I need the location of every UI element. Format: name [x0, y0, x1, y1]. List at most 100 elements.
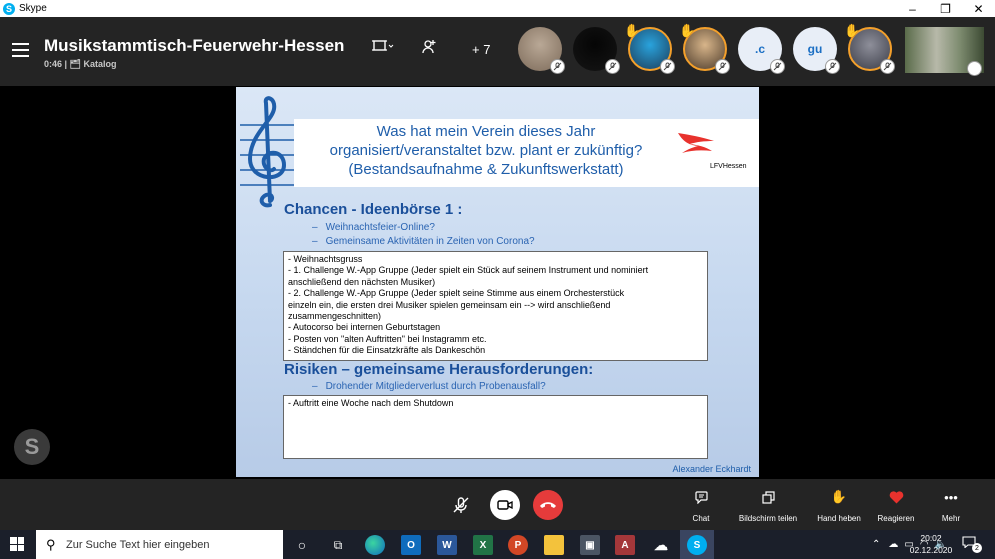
video-toggle-button[interactable]: [490, 490, 520, 520]
slide-title: Was hat mein Verein dieses Jahr organisi…: [306, 122, 666, 179]
phone-hangup-icon: [540, 502, 556, 508]
note-line: einzeln ein, die ersten drei Musiker spi…: [288, 299, 611, 310]
minimize-button[interactable]: –: [896, 0, 929, 17]
note-line: - Autocorso bei internen Geburtstagen: [288, 322, 441, 333]
risks-text-box[interactable]: - Auftritt eine Woche nach dem Shutdown: [283, 395, 708, 459]
microphone-off-icon: [453, 497, 469, 513]
hang-up-button[interactable]: [533, 490, 563, 520]
more-button[interactable]: ••• Mehr: [938, 486, 964, 524]
clock-date: 02.12.2020: [909, 545, 953, 555]
task-view-icon[interactable]: ⧉: [328, 535, 348, 555]
muted-mic-icon: [550, 59, 565, 74]
outlook-icon[interactable]: O: [401, 535, 421, 555]
ellipsis-icon: •••: [944, 489, 958, 505]
muted-mic-icon: [880, 59, 895, 74]
taskbar-clock[interactable]: 20:02 02.12.2020: [908, 532, 954, 556]
note-line: - Ständchen für die Einsatzkräfte als Da…: [288, 345, 486, 356]
slide-author: Alexander Eckhardt: [672, 464, 751, 474]
tray-chevron-icon[interactable]: ⌃: [872, 539, 880, 550]
bullet-item: Weihnachtsfeier-Online?: [312, 222, 435, 233]
bullet-item: Gemeinsame Aktivitäten in Zeiten von Cor…: [312, 236, 535, 247]
share-screen-label: Bildschirm teilen: [738, 514, 798, 523]
muted-mic-icon: [770, 59, 785, 74]
note-line: anschließend den nächsten Musiker): [288, 276, 436, 287]
treble-clef-icon: [240, 96, 300, 208]
lfv-hessen-logo-text: LFVHessen: [710, 163, 747, 170]
layout-toggle-icon[interactable]: [372, 39, 394, 53]
store-icon[interactable]: ▣: [580, 535, 600, 555]
participant-avatar[interactable]: [518, 27, 565, 74]
conversation-title[interactable]: Musikstammtisch-Feuerwehr-Hessen: [44, 36, 344, 56]
weather-icon[interactable]: ☁: [888, 539, 898, 550]
chat-icon: [694, 486, 708, 508]
clock-time: 20:02: [920, 533, 942, 543]
powerpoint-icon[interactable]: P: [508, 535, 528, 555]
chat-label: Chat: [692, 514, 710, 523]
chat-button[interactable]: Chat: [688, 486, 714, 523]
close-button[interactable]: ✕: [962, 0, 995, 17]
muted-mic-icon: [605, 59, 620, 74]
participant-avatar[interactable]: [573, 27, 620, 74]
call-duration-and-gallery[interactable]: 0:46 | 🗂 Katalog: [44, 59, 116, 70]
add-participant-icon[interactable]: [421, 39, 437, 55]
raise-hand-button[interactable]: ✋ Hand heben: [812, 486, 866, 523]
excel-icon[interactable]: X: [473, 535, 493, 555]
notification-center-icon[interactable]: 2: [962, 536, 982, 553]
slide-title-line-2: organisiert/veranstaltet bzw. plant er z…: [329, 142, 643, 159]
share-screen-icon: [761, 486, 775, 508]
onedrive-icon[interactable]: ☁: [651, 535, 671, 555]
word-icon[interactable]: W: [437, 535, 457, 555]
notification-badge: 2: [972, 543, 982, 553]
react-button[interactable]: Reagieren: [874, 486, 918, 523]
presentation-slide: Was hat mein Verein dieses Jahr organisi…: [236, 87, 759, 477]
participant-avatar[interactable]: gu: [793, 27, 840, 74]
note-line: - Posten von "alten Auftritten" bei Inst…: [288, 333, 487, 344]
raised-hand-icon: ✋: [844, 23, 861, 38]
file-explorer-icon[interactable]: [544, 535, 564, 555]
participant-avatar[interactable]: .c: [738, 27, 785, 74]
raised-hand-icon: ✋: [679, 23, 696, 38]
mute-microphone-button[interactable]: [446, 490, 476, 520]
call-controls-bar: Chat Bildschirm teilen ✋ Hand heben Reag…: [0, 479, 995, 530]
windows-start-icon[interactable]: [10, 537, 24, 551]
camera-icon: [497, 500, 513, 510]
access-icon[interactable]: A: [615, 535, 635, 555]
window-title-bar: S Skype – ❐ ✕: [0, 0, 995, 17]
slide-title-line-3: (Bestandsaufnahme & Zukunftswerkstatt): [348, 161, 624, 178]
cortana-icon[interactable]: ○: [292, 535, 312, 555]
muted-mic-icon: [967, 61, 982, 76]
note-line: - 1. Challenge W.-App Gruppe (Jeder spie…: [288, 265, 649, 276]
self-video-preview[interactable]: [905, 27, 984, 76]
ideas-text-box[interactable]: - Weihnachtsgruss - 1. Challenge W.-App …: [283, 251, 708, 361]
windows-taskbar: ⚲ Zur Suche Text hier eingeben ○ ⧉ O W X…: [0, 530, 995, 559]
muted-mic-icon: [825, 59, 840, 74]
bullet-item: Drohender Mitgliederverlust durch Proben…: [312, 381, 546, 392]
maximize-button[interactable]: ❐: [929, 0, 962, 17]
hand-icon: ✋: [830, 489, 848, 504]
edge-browser-icon[interactable]: [365, 535, 385, 555]
section-heading-chancen: Chancen - Ideenbörse 1 :: [284, 201, 463, 218]
section-heading-risiken: Risiken – gemeinsame Herausforderungen:: [284, 361, 594, 378]
skype-watermark-icon: S: [14, 429, 50, 465]
menu-icon[interactable]: [12, 43, 29, 57]
shared-screen-stage: S Was hat mein Verein dieses Jahr organi…: [0, 86, 995, 479]
participant-avatar[interactable]: ✋: [679, 23, 730, 74]
raise-hand-label: Hand heben: [817, 514, 861, 523]
lfv-hessen-logo-icon: [678, 133, 714, 153]
more-participants-count[interactable]: + 7: [472, 42, 490, 57]
muted-mic-icon: [715, 59, 730, 74]
skype-taskbar-icon[interactable]: S: [687, 535, 707, 555]
slide-title-line-1: Was hat mein Verein dieses Jahr: [376, 123, 596, 140]
heart-icon: [889, 486, 904, 508]
participant-avatar[interactable]: ✋: [624, 23, 675, 74]
skype-logo-icon: S: [3, 2, 15, 15]
more-label: Mehr: [941, 514, 961, 523]
taskbar-search-box[interactable]: ⚲ Zur Suche Text hier eingeben: [36, 530, 283, 559]
share-screen-button[interactable]: Bildschirm teilen: [733, 486, 803, 523]
react-label: Reagieren: [877, 514, 915, 523]
note-line: - Weihnachtsgruss: [288, 254, 363, 264]
window-title: Skype: [19, 3, 47, 14]
participant-avatar[interactable]: ✋: [844, 23, 895, 74]
muted-mic-icon: [660, 59, 675, 74]
note-line: - Auftritt eine Woche nach dem Shutdown: [288, 398, 454, 408]
